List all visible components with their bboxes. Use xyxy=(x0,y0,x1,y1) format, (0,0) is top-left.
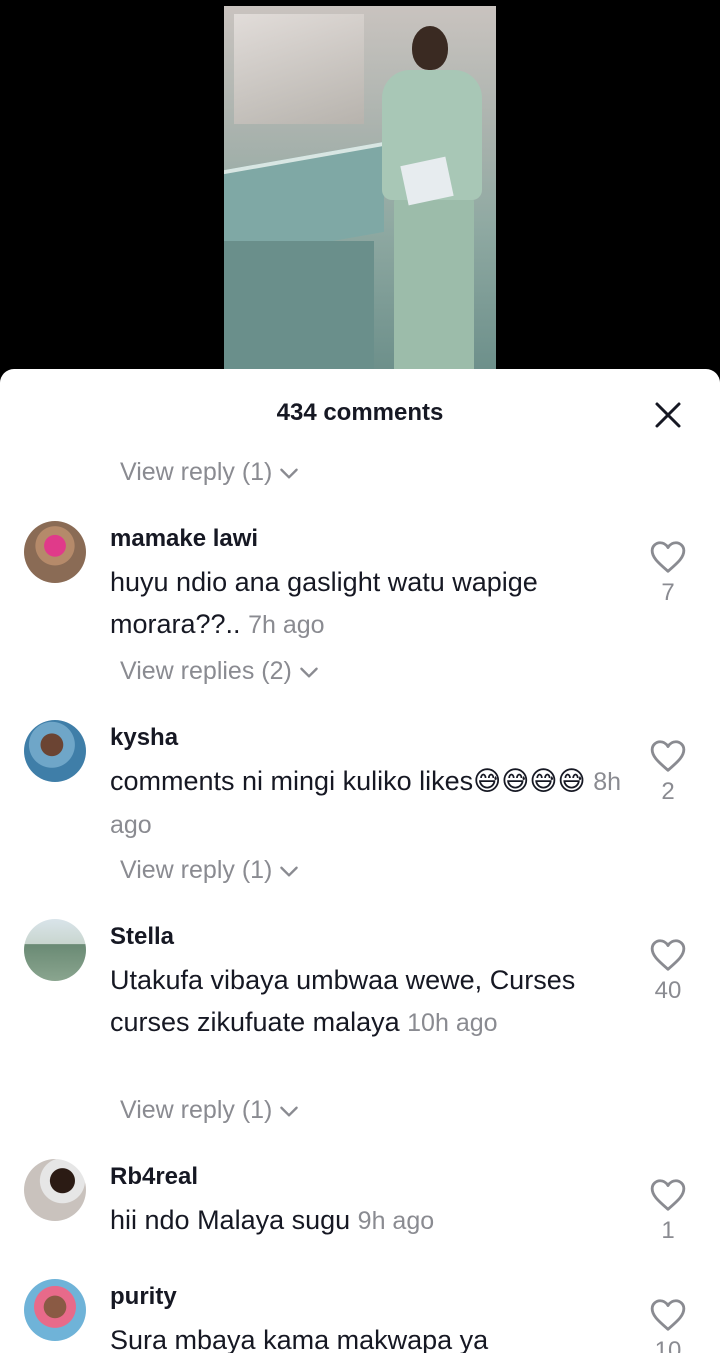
chevron-down-icon xyxy=(280,1106,299,1117)
avatar[interactable] xyxy=(24,720,86,782)
comment-text: Sura mbaya kama makwapa ya xyxy=(110,1325,489,1353)
comment-username[interactable]: Stella xyxy=(110,923,174,951)
heart-icon xyxy=(650,1299,686,1331)
chevron-down-icon xyxy=(280,866,299,877)
view-replies-label: View reply (1) xyxy=(120,856,273,884)
comment-time: 7h ago xyxy=(248,611,325,639)
chevron-down-icon xyxy=(300,667,318,678)
heart-icon xyxy=(650,1179,686,1211)
comment-username[interactable]: kysha xyxy=(110,724,178,752)
comment-time: 10h ago xyxy=(407,1009,498,1037)
heart-icon xyxy=(650,740,686,772)
comments-header: 434 comments xyxy=(0,369,720,459)
comment-item: purity Sura mbaya kama makwapa ya 10 xyxy=(0,1279,720,1353)
like-button[interactable]: 2 xyxy=(646,738,690,806)
view-replies-label: View reply (1) xyxy=(120,1096,273,1124)
view-replies-label: View replies (2) xyxy=(120,657,292,685)
comment-text: Utakufa vibaya umbwaa wewe, Curses curse… xyxy=(110,965,576,1037)
video-thumbnail xyxy=(224,6,496,374)
view-replies-link[interactable]: View reply (1) xyxy=(120,1096,302,1125)
like-button[interactable]: 10 xyxy=(646,1297,690,1353)
comment-username[interactable]: purity xyxy=(110,1283,177,1311)
like-count: 10 xyxy=(654,1337,682,1353)
view-replies-link[interactable]: View reply (1) xyxy=(120,856,302,885)
comment-text: huyu ndio ana gaslight watu wapige morar… xyxy=(110,567,538,639)
chevron-down-icon xyxy=(280,468,299,479)
comments-count-title: 434 comments xyxy=(276,399,444,426)
heart-icon xyxy=(650,541,686,573)
comment-item: Rb4real hii ndo Malaya sugu 9h ago 1 xyxy=(0,1159,720,1269)
comments-sheet: 434 comments View reply (1) mamake lawi … xyxy=(0,369,720,1353)
like-count: 2 xyxy=(661,778,675,805)
comment-text: hii ndo Malaya sugu 9h ago xyxy=(110,1205,435,1235)
comment-username[interactable]: Rb4real xyxy=(110,1163,198,1191)
avatar[interactable] xyxy=(24,1279,86,1341)
avatar[interactable] xyxy=(24,1159,86,1221)
avatar[interactable] xyxy=(24,521,86,583)
comment-username[interactable]: mamake lawi xyxy=(110,525,258,553)
comment-item: kysha comments ni mingi kuliko likes😅😅😅😅… xyxy=(0,720,720,880)
view-replies-link[interactable]: View replies (2) xyxy=(120,657,322,686)
like-button[interactable]: 1 xyxy=(646,1177,690,1245)
like-count: 7 xyxy=(661,579,675,606)
like-count: 1 xyxy=(661,1217,675,1244)
like-button[interactable]: 7 xyxy=(646,539,690,607)
like-button[interactable]: 40 xyxy=(646,937,690,1005)
close-icon[interactable] xyxy=(652,399,684,431)
heart-icon xyxy=(650,939,686,971)
comment-time: 9h ago xyxy=(357,1207,435,1235)
comment-item: mamake lawi huyu ndio ana gaslight watu … xyxy=(0,521,720,681)
view-replies-label: View reply (1) xyxy=(120,458,273,486)
view-replies-link[interactable]: View reply (1) xyxy=(120,458,302,487)
comment-item: Stella Utakufa vibaya umbwaa wewe, Curse… xyxy=(0,919,720,1119)
avatar[interactable] xyxy=(24,919,86,981)
comment-text: comments ni mingi kuliko likes😅😅😅😅 8h ag… xyxy=(110,766,622,839)
like-count: 40 xyxy=(654,977,682,1004)
video-player[interactable] xyxy=(0,0,720,380)
